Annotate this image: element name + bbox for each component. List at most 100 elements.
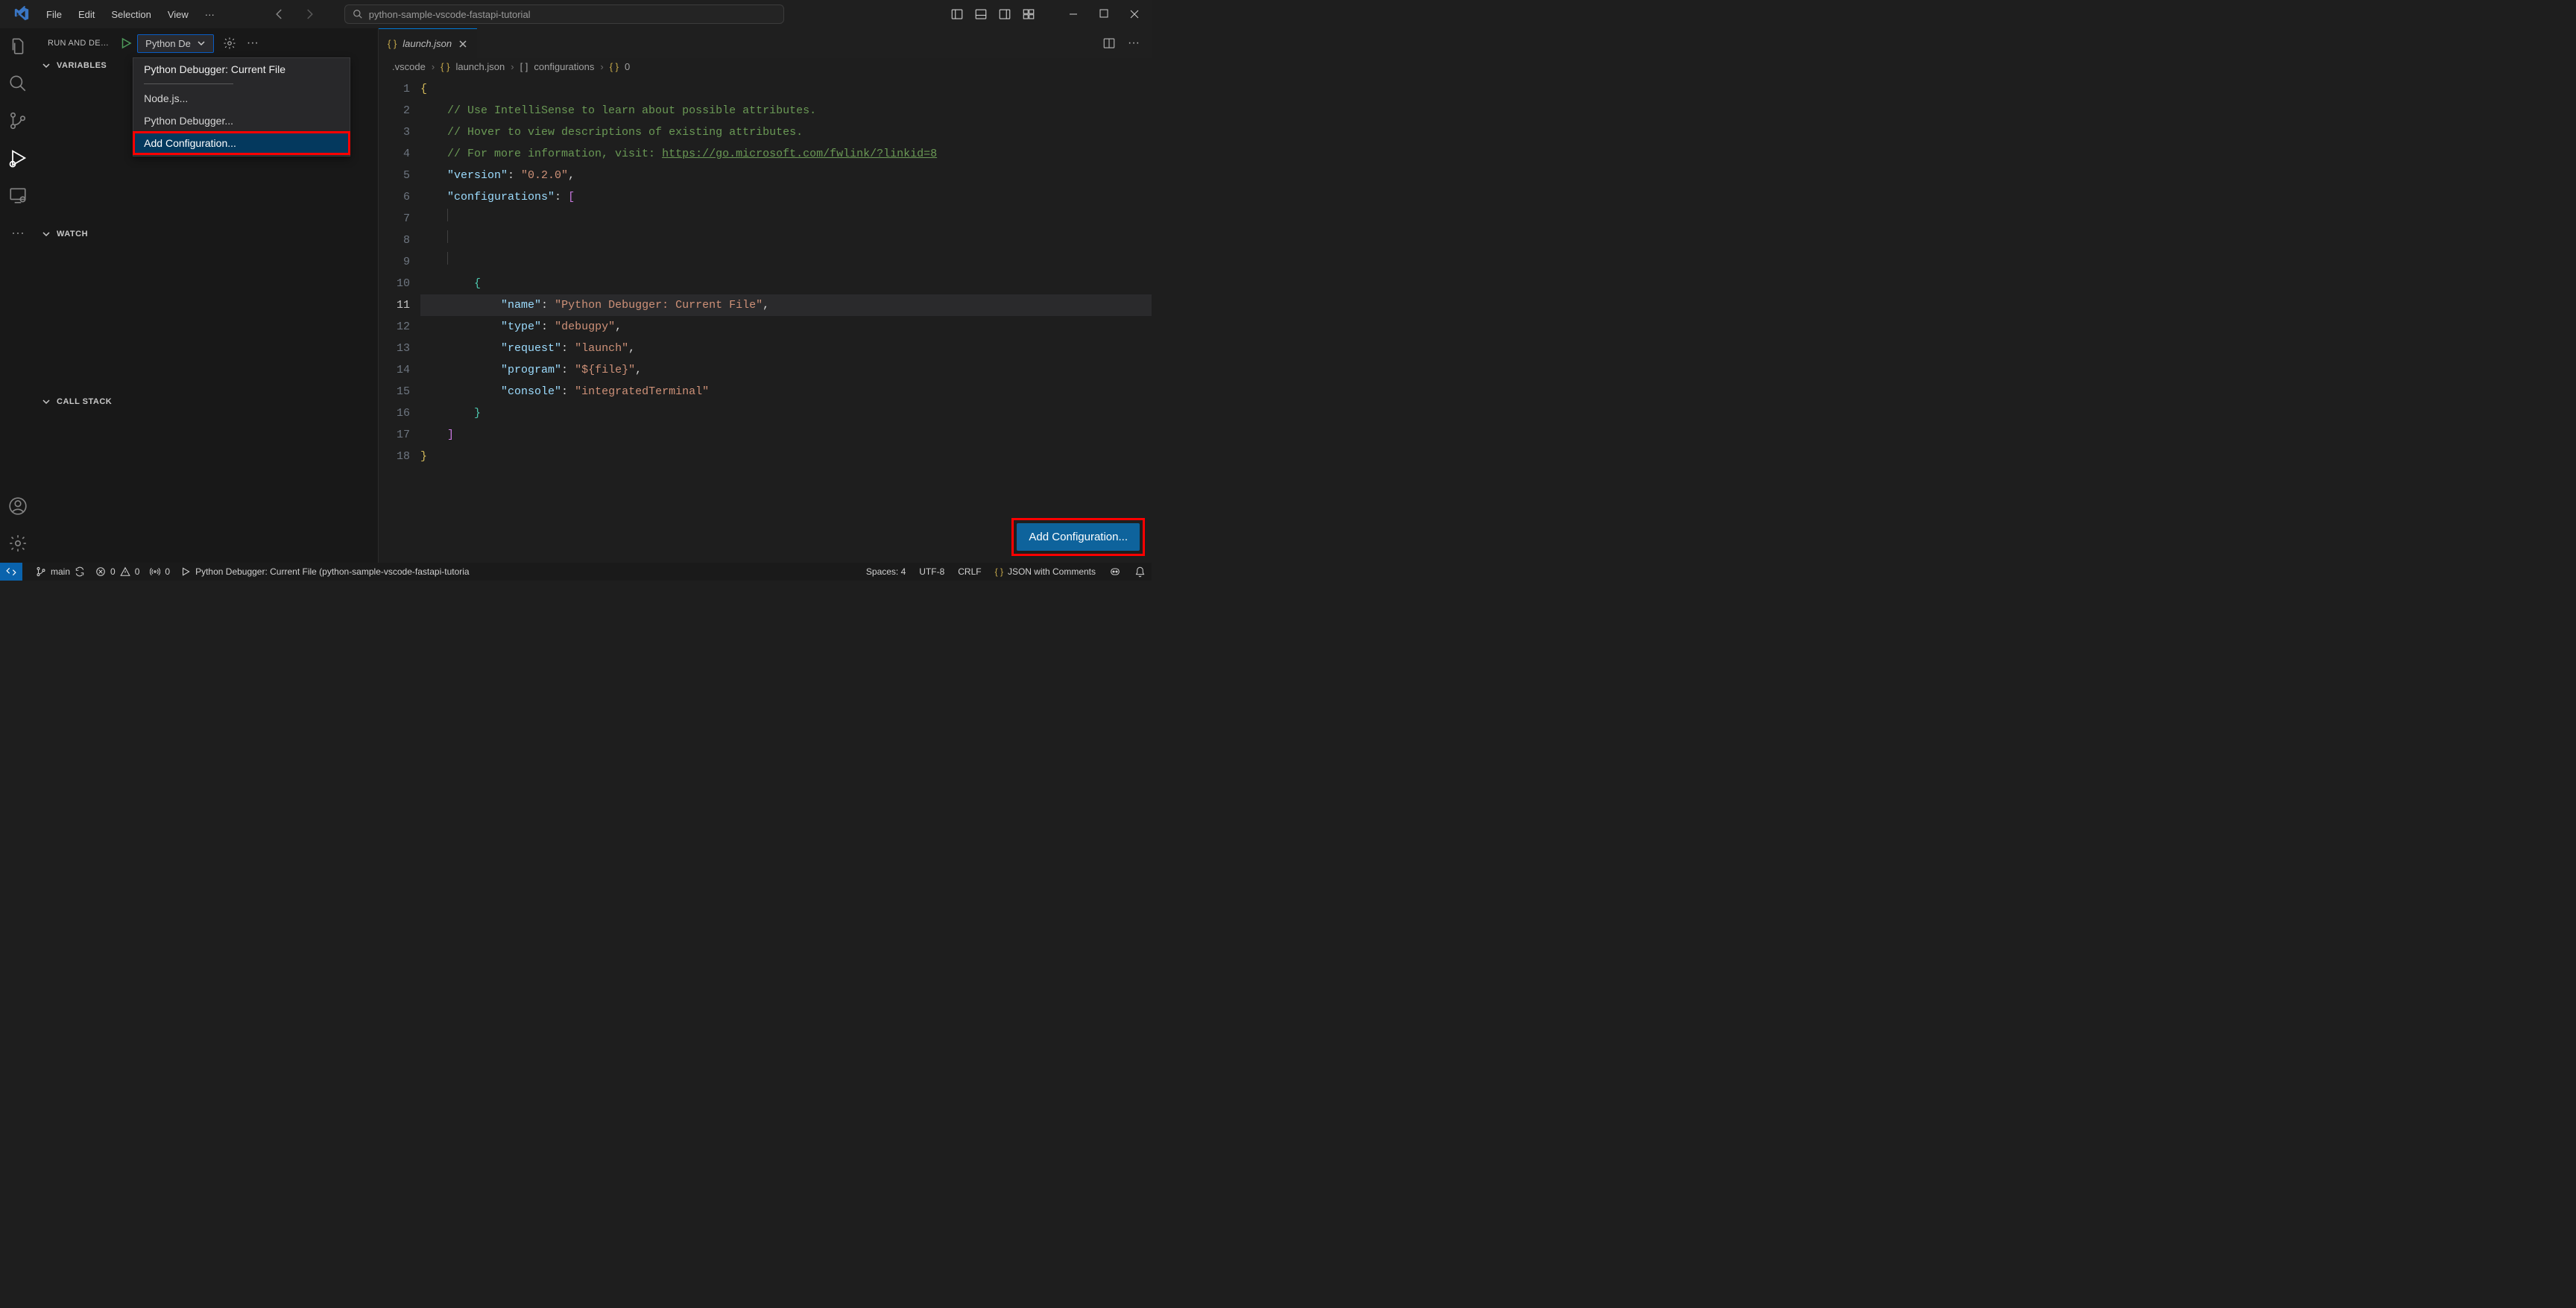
tab-row: { } launch.json ··· bbox=[379, 28, 1152, 58]
json-icon: { } bbox=[995, 566, 1003, 577]
dd-item-add-configuration[interactable]: Add Configuration... bbox=[133, 132, 350, 154]
chevron-down-icon bbox=[42, 397, 51, 406]
more-icon[interactable]: ··· bbox=[7, 222, 28, 243]
tab-launch-json[interactable]: { } launch.json bbox=[379, 28, 477, 58]
breadcrumb-configurations[interactable]: configurations bbox=[534, 61, 594, 72]
json-icon: { } bbox=[388, 38, 397, 49]
chevron-down-icon bbox=[42, 61, 51, 70]
problems[interactable]: 0 0 bbox=[95, 566, 139, 577]
menu-more-icon[interactable]: ··· bbox=[198, 6, 222, 23]
menu-selection[interactable]: Selection bbox=[104, 6, 158, 23]
settings-gear-icon[interactable] bbox=[7, 533, 28, 554]
encoding-status[interactable]: UTF-8 bbox=[919, 566, 944, 577]
chevron-down-icon bbox=[42, 230, 51, 238]
add-configuration-button[interactable]: Add Configuration... bbox=[1017, 523, 1140, 551]
panel-title: RUN AND DE… bbox=[48, 39, 109, 48]
section-call-stack[interactable]: CALL STACK bbox=[36, 394, 378, 409]
dropdown-separator bbox=[144, 83, 233, 84]
debug-config-popup: Python Debugger: Current File Node.js...… bbox=[133, 57, 350, 157]
dd-item-current-file[interactable]: Python Debugger: Current File bbox=[133, 58, 350, 80]
nav-forward-icon[interactable] bbox=[298, 4, 321, 24]
error-icon bbox=[95, 566, 106, 577]
layout-panel-icon[interactable] bbox=[974, 7, 988, 21]
account-icon[interactable] bbox=[7, 496, 28, 516]
dd-item-python-debugger[interactable]: Python Debugger... bbox=[133, 110, 350, 132]
gutter: 123456789101112131415161718 bbox=[379, 75, 420, 563]
breadcrumb-sep-icon: › bbox=[511, 61, 514, 72]
ports[interactable]: 0 bbox=[150, 566, 170, 577]
debug-settings-gear-icon[interactable] bbox=[223, 37, 236, 50]
tab-close-icon[interactable] bbox=[458, 39, 468, 49]
git-branch-name: main bbox=[51, 566, 70, 577]
add-config-highlight: Add Configuration... bbox=[1012, 519, 1144, 555]
debug-config-dropdown[interactable]: Python De Python Debugger: Current File … bbox=[137, 34, 214, 53]
json-icon: { } bbox=[610, 61, 619, 72]
explorer-icon[interactable] bbox=[7, 36, 28, 57]
warning-icon bbox=[120, 566, 130, 577]
tab-label: launch.json bbox=[402, 38, 452, 49]
code-content[interactable]: { // Use IntelliSense to learn about pos… bbox=[420, 75, 1152, 563]
command-center[interactable]: python-sample-vscode-fastapi-tutorial bbox=[344, 4, 784, 24]
layout-customize-icon[interactable] bbox=[1022, 7, 1035, 21]
source-control-icon[interactable] bbox=[7, 110, 28, 131]
debug-icon bbox=[180, 566, 191, 577]
menu-edit[interactable]: Edit bbox=[71, 6, 102, 23]
menu-file[interactable]: File bbox=[39, 6, 69, 23]
breadcrumb-file[interactable]: launch.json bbox=[455, 61, 505, 72]
breadcrumb-index[interactable]: 0 bbox=[625, 61, 630, 72]
window-minimize-icon[interactable] bbox=[1068, 9, 1079, 19]
git-branch[interactable]: main bbox=[36, 566, 85, 577]
language-label: JSON with Comments bbox=[1008, 566, 1096, 577]
run-debug-icon[interactable] bbox=[7, 148, 28, 168]
breadcrumb[interactable]: .vscode › { } launch.json › [ ] configur… bbox=[379, 58, 1152, 75]
section-watch-label: WATCH bbox=[57, 230, 88, 238]
ports-count: 0 bbox=[165, 566, 170, 577]
run-debug-panel: RUN AND DE… Python De Python Debugger: C… bbox=[36, 28, 379, 563]
language-status[interactable]: { } JSON with Comments bbox=[995, 566, 1096, 577]
section-variables-label: VARIABLES bbox=[57, 61, 107, 70]
status-bar: main 0 0 0 Python Debugger: Current File… bbox=[0, 563, 1152, 581]
indent-status[interactable]: Spaces: 4 bbox=[866, 566, 906, 577]
chevron-down-icon bbox=[197, 39, 206, 48]
split-editor-icon[interactable] bbox=[1102, 37, 1116, 50]
json-icon: { } bbox=[441, 61, 449, 72]
breadcrumb-sep-icon: › bbox=[432, 61, 435, 72]
search-icon bbox=[353, 9, 363, 19]
breadcrumb-sep-icon: › bbox=[600, 61, 603, 72]
code-editor[interactable]: 123456789101112131415161718 { // Use Int… bbox=[379, 75, 1152, 563]
remote-indicator[interactable] bbox=[0, 563, 22, 581]
vscode-logo-icon bbox=[13, 6, 30, 22]
titlebar: File Edit Selection View ··· python-samp… bbox=[0, 0, 1152, 28]
window-close-icon[interactable] bbox=[1129, 9, 1140, 19]
array-icon: [ ] bbox=[520, 61, 528, 72]
breadcrumb-folder[interactable]: .vscode bbox=[392, 61, 426, 72]
broadcast-icon bbox=[150, 566, 160, 577]
debug-config-selected: Python De bbox=[145, 38, 191, 49]
window-maximize-icon[interactable] bbox=[1099, 9, 1108, 19]
notifications-icon[interactable] bbox=[1134, 566, 1146, 578]
call-stack-body bbox=[36, 409, 378, 563]
debug-target-label: Python Debugger: Current File (python-sa… bbox=[195, 566, 470, 577]
nav-back-icon[interactable] bbox=[268, 4, 291, 24]
editor: { } launch.json ··· .vscode › { } launch… bbox=[379, 28, 1152, 563]
eol-status[interactable]: CRLF bbox=[958, 566, 981, 577]
debug-more-icon[interactable]: ··· bbox=[247, 37, 259, 50]
watch-body bbox=[36, 241, 378, 395]
error-count: 0 bbox=[110, 566, 116, 577]
layout-sidebar-left-icon[interactable] bbox=[950, 7, 964, 21]
section-call-stack-label: CALL STACK bbox=[57, 397, 112, 406]
editor-more-icon[interactable]: ··· bbox=[1128, 37, 1140, 50]
warning-count: 0 bbox=[135, 566, 140, 577]
layout-sidebar-right-icon[interactable] bbox=[998, 7, 1011, 21]
copilot-icon[interactable] bbox=[1109, 566, 1121, 578]
menu-view[interactable]: View bbox=[160, 6, 196, 23]
command-center-text: python-sample-vscode-fastapi-tutorial bbox=[369, 9, 531, 20]
section-watch[interactable]: WATCH bbox=[36, 227, 378, 241]
search-icon[interactable] bbox=[7, 73, 28, 94]
sync-icon[interactable] bbox=[75, 566, 85, 577]
remote-explorer-icon[interactable] bbox=[7, 185, 28, 206]
debug-target[interactable]: Python Debugger: Current File (python-sa… bbox=[180, 566, 470, 577]
activity-bar: ··· bbox=[0, 28, 36, 563]
start-debug-icon[interactable] bbox=[119, 37, 133, 50]
dd-item-nodejs[interactable]: Node.js... bbox=[133, 87, 350, 110]
